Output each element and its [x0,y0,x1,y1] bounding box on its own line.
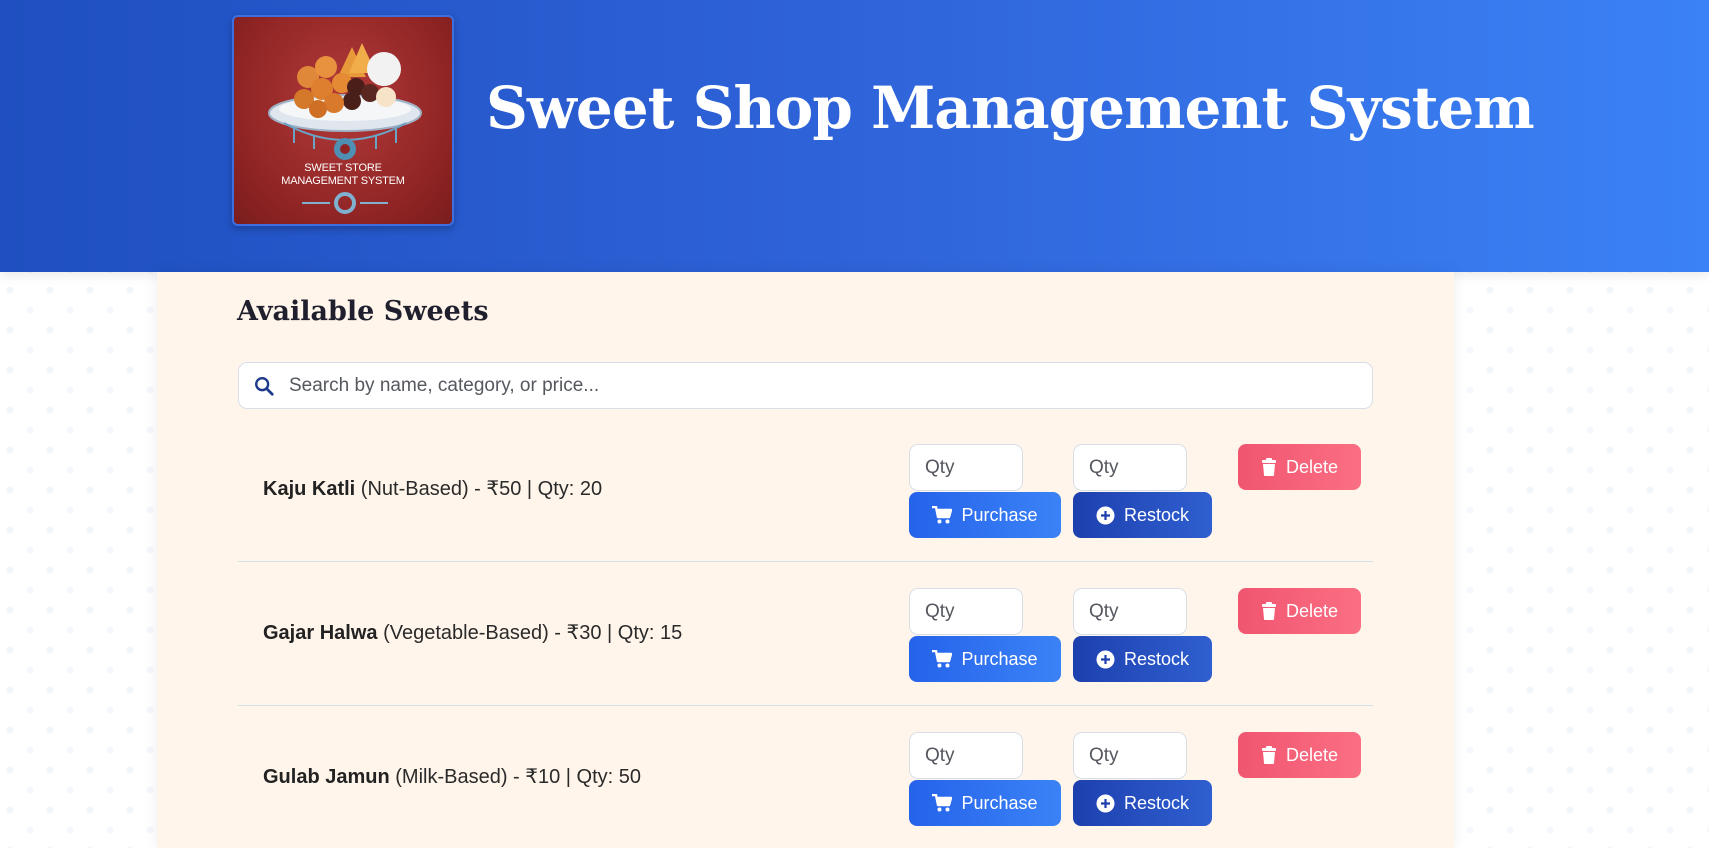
sweet-details: (Nut-Based) - ₹50 | Qty: 20 [355,478,603,500]
search-bar [238,362,1373,409]
trash-icon [1261,458,1276,476]
sweet-row: Gajar Halwa (Vegetable-Based) - ₹30 | Qt… [238,562,1373,706]
purchase-qty-input[interactable] [909,444,1023,491]
restock-qty-input[interactable] [1073,732,1187,779]
sweet-details: (Milk-Based) - ₹10 | Qty: 50 [389,766,642,788]
plus-circle-icon [1096,794,1115,812]
restock-button[interactable]: Restock [1073,780,1212,826]
restock-qty-input[interactable] [1073,444,1187,491]
delete-label: Delete [1285,600,1339,621]
search-input[interactable] [289,374,1339,397]
sweet-name: Gulab Jamun [263,766,390,788]
purchase-button[interactable]: Purchase [909,780,1061,826]
cart-icon [932,650,953,668]
logo: SWEET STORE MANAGEMENT SYSTEM [232,15,454,226]
purchase-label: Purchase [961,504,1038,525]
purchase-button[interactable]: Purchase [909,492,1061,538]
app-header: SWEET STORE MANAGEMENT SYSTEM Sweet Shop… [0,0,1709,272]
sweet-details: (Vegetable-Based) - ₹30 | Qty: 15 [377,622,683,644]
logo-caption-line2: MANAGEMENT SYSTEM [281,175,405,187]
purchase-qty-input[interactable] [909,588,1023,635]
purchase-label: Purchase [961,792,1038,813]
delete-button[interactable]: Delete [1238,588,1361,634]
trash-icon [1261,746,1276,764]
app-title: Sweet Shop Management System [486,74,1535,142]
purchase-label: Purchase [961,648,1038,669]
delete-button[interactable]: Delete [1238,444,1361,490]
restock-label: Restock [1123,504,1190,525]
plus-circle-icon [1096,506,1115,524]
sweet-name: Gajar Halwa [263,622,378,644]
purchase-qty-input[interactable] [909,732,1023,779]
cart-icon [932,794,953,812]
trash-icon [1261,602,1276,620]
purchase-button[interactable]: Purchase [909,636,1061,682]
sweet-info: Kaju Katli (Nut-Based) - ₹50 | Qty: 20 [263,476,602,501]
sweet-info: Gajar Halwa (Vegetable-Based) - ₹30 | Qt… [263,620,682,645]
sweet-name: Kaju Katli [263,478,356,500]
restock-label: Restock [1123,792,1190,813]
delete-label: Delete [1285,456,1339,477]
section-title: Available Sweets [237,296,489,327]
sweet-info: Gulab Jamun (Milk-Based) - ₹10 | Qty: 50 [263,764,641,789]
restock-button[interactable]: Restock [1073,492,1212,538]
restock-qty-input[interactable] [1073,588,1187,635]
delete-label: Delete [1285,744,1339,765]
sweets-platter-image [268,43,422,214]
sweets-panel: Available Sweets Kaju Katli (Nut-Based) … [157,272,1454,848]
cart-icon [932,506,953,524]
restock-label: Restock [1123,648,1190,669]
plus-circle-icon [1096,650,1115,668]
restock-button[interactable]: Restock [1073,636,1212,682]
sweet-row: Kaju Katli (Nut-Based) - ₹50 | Qty: 20 D… [238,418,1373,562]
delete-button[interactable]: Delete [1238,732,1361,778]
logo-caption-line1: SWEET STORE [304,162,382,174]
search-icon [255,376,274,396]
sweet-row: Gulab Jamun (Milk-Based) - ₹10 | Qty: 50… [238,706,1373,848]
